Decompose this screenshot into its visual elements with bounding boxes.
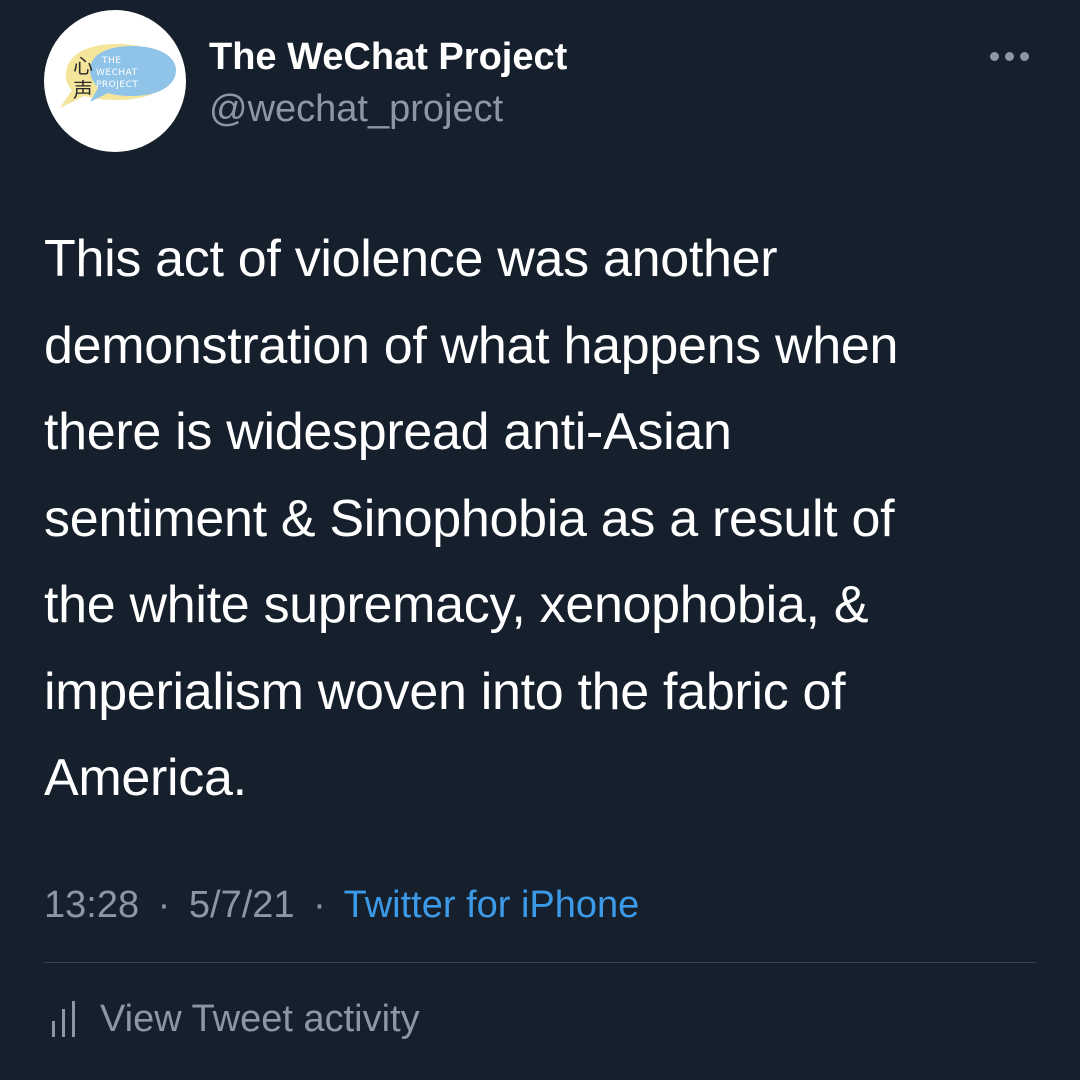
- more-horizontal-icon: [1020, 52, 1029, 61]
- meta-separator: ·: [157, 884, 171, 926]
- more-horizontal-icon: [1005, 52, 1014, 61]
- user-handle[interactable]: @wechat_project: [209, 88, 503, 131]
- display-name[interactable]: The WeChat Project: [209, 36, 567, 79]
- tweet-detail: 心声 THE WECHAT PROJECT The WeChat Project…: [0, 0, 1080, 1080]
- avatar-line-2: WECHAT: [96, 68, 138, 78]
- view-tweet-activity-button[interactable]: View Tweet activity: [44, 992, 420, 1046]
- more-horizontal-icon: [990, 52, 999, 61]
- avatar[interactable]: 心声 THE WECHAT PROJECT: [44, 10, 186, 152]
- tweet-date[interactable]: 5/7/21: [189, 884, 295, 926]
- tweet-header: 心声 THE WECHAT PROJECT The WeChat Project…: [44, 10, 1036, 152]
- avatar-chinese-text: 心声: [73, 54, 93, 102]
- bar-chart-icon: [52, 1001, 75, 1037]
- avatar-english-text: THE WECHAT PROJECT: [96, 55, 170, 91]
- tweet-metadata: 13:28 · 5/7/21 · Twitter for iPhone: [44, 880, 639, 930]
- avatar-line-3: PROJECT: [96, 80, 139, 90]
- tweet-source-link[interactable]: Twitter for iPhone: [344, 884, 640, 926]
- tweet-text: This act of violence was another demonst…: [44, 230, 899, 807]
- avatar-line-1: THE: [102, 56, 122, 66]
- more-options-button[interactable]: [988, 44, 1032, 68]
- tweet-time[interactable]: 13:28: [44, 884, 139, 926]
- meta-separator: ·: [313, 884, 326, 926]
- divider: [44, 962, 1036, 963]
- view-tweet-activity-label: View Tweet activity: [100, 997, 420, 1040]
